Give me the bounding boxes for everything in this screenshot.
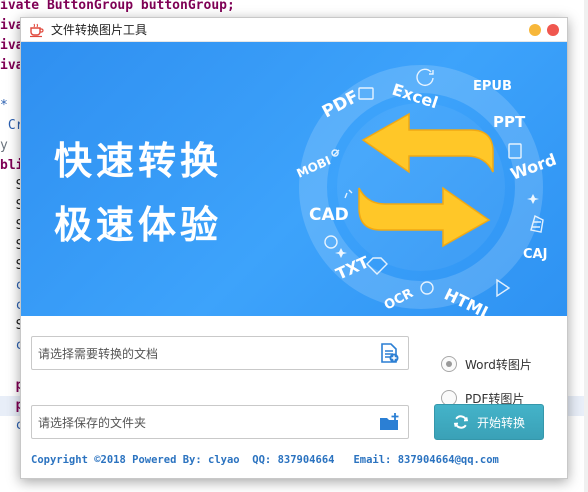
slogan-line-1: 快速转换 — [54, 139, 223, 183]
title-bar[interactable]: 文件转换图片工具 — [21, 18, 567, 42]
qq-text: QQ: 837904664 — [252, 454, 335, 466]
start-convert-button[interactable]: 开始转换 — [434, 404, 544, 440]
hero-banner: 快速转换 极速体验 PDF Excel EPUB PPT Word CAJ HT… — [21, 42, 567, 316]
radio-word-to-image-label: Word转图片 — [465, 357, 532, 372]
source-document-input[interactable] — [38, 345, 368, 363]
copyright-text: Copyright ©2018 Powered By: clyao — [31, 454, 240, 466]
slogan-line-2: 极速体验 — [54, 203, 223, 247]
start-convert-label: 开始转换 — [476, 415, 525, 430]
code-line: ivate ButtonGroup buttonGroup; — [0, 0, 235, 13]
save-folder-input[interactable] — [38, 414, 368, 432]
source-document-field[interactable] — [31, 336, 409, 370]
file-add-icon[interactable] — [378, 342, 400, 364]
radio-word-to-image-dot[interactable] — [441, 356, 457, 372]
editor-scrollbar[interactable] — [584, 0, 588, 492]
code-line: * — [0, 98, 8, 113]
minimize-button[interactable] — [529, 24, 541, 36]
window-title: 文件转换图片工具 — [51, 23, 148, 37]
format-label-cad: CAD — [309, 205, 349, 225]
format-label-caj: CAJ — [523, 247, 547, 262]
format-label-ppt: PPT — [493, 113, 526, 131]
refresh-icon — [453, 415, 469, 429]
email-text: Email: 837904664@qq.com — [353, 454, 499, 466]
save-folder-field[interactable] — [31, 405, 409, 439]
converter-dialog: 文件转换图片工具 快速转换 极速体验 PDF Excel EPUB PPT Wo… — [20, 17, 568, 479]
coffee-cup-icon — [30, 23, 44, 38]
footer-info: Copyright ©2018 Powered By: clyao QQ: 83… — [31, 454, 561, 470]
code-line: y — [0, 138, 8, 153]
radio-word-to-image[interactable]: Word转图片 — [441, 354, 532, 374]
form-area: Word转图片 PDF转图片 开始转换 Copyright ©2018 Powe… — [21, 316, 567, 478]
close-button[interactable] — [547, 24, 559, 36]
format-label-epub: EPUB — [473, 79, 512, 94]
format-ring-illustration: PDF Excel EPUB PPT Word CAJ HTML OCR TXT… — [295, 65, 559, 316]
play-icon — [496, 278, 511, 298]
folder-add-icon[interactable] — [378, 411, 400, 433]
